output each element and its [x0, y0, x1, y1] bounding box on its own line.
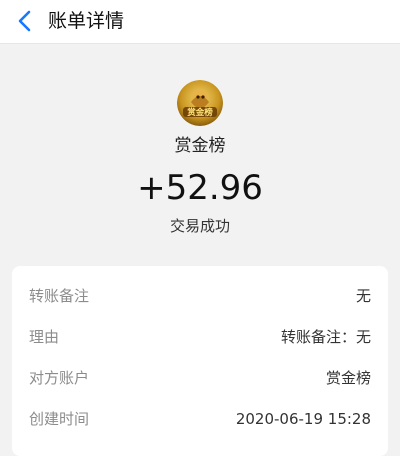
page-title: 账单详情: [48, 10, 125, 32]
top-bar: 账单详情: [0, 0, 400, 44]
transaction-amount: +52.96: [137, 168, 263, 208]
transaction-status: 交易成功: [169, 217, 230, 235]
detail-row-counterparty: 对方账户 赏金榜: [29, 367, 371, 389]
detail-value: 无: [355, 287, 371, 305]
detail-value: 转账备注：无: [280, 328, 371, 346]
detail-label: 对方账户: [29, 369, 90, 387]
merchant-name: 赏金榜: [174, 136, 226, 156]
detail-label: 理由: [29, 328, 60, 346]
detail-value: 赏金榜: [325, 369, 371, 387]
detail-row-reason: 理由 转账备注：无: [29, 326, 371, 348]
detail-label: 转账备注: [29, 287, 90, 305]
detail-label: 创建时间: [29, 410, 90, 428]
merchant-avatar: 赏金榜: [177, 80, 223, 126]
back-button[interactable]: [12, 6, 40, 36]
detail-value: 2020-06-19 15:28: [235, 410, 371, 428]
detail-row-created-time: 创建时间 2020-06-19 15:28: [29, 408, 371, 430]
details-card: 转账备注 无 理由 转账备注：无 对方账户 赏金榜 创建时间 2020-06-1…: [12, 266, 388, 456]
detail-row-remark: 转账备注 无: [29, 285, 371, 307]
chevron-left-icon: [18, 10, 31, 32]
treasure-logo-icon: 赏金榜: [177, 80, 223, 126]
logo-text: 赏金榜: [187, 107, 213, 118]
